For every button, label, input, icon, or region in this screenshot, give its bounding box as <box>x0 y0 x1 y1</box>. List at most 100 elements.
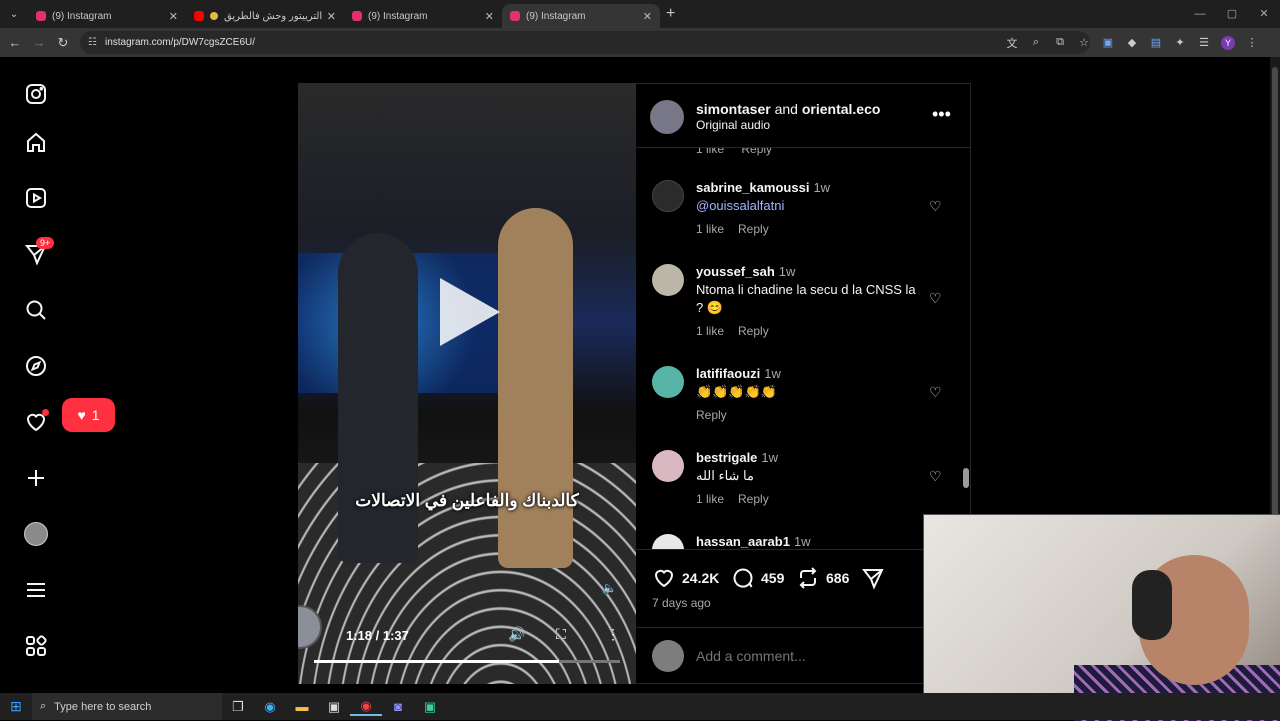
reload-icon[interactable]: ↻ <box>51 35 75 51</box>
comment-avatar[interactable] <box>652 534 684 549</box>
new-tab-plus-icon[interactable]: + <box>666 5 675 23</box>
comment-button[interactable]: 459 <box>731 566 784 590</box>
extension-translate-icon[interactable]: ▣ <box>1096 36 1120 49</box>
my-avatar <box>652 640 684 672</box>
instagram-logo-icon[interactable] <box>22 80 50 108</box>
comment-likes[interactable]: 1 like <box>696 222 724 236</box>
mute-indicator-icon[interactable]: 🔈 <box>602 581 617 595</box>
post-date[interactable]: 7 days ago <box>652 596 711 610</box>
comment-username[interactable]: sabrine_kamoussi 1w <box>696 180 830 195</box>
store-icon[interactable]: ▣ <box>318 699 350 715</box>
notifications-heart-icon[interactable] <box>22 408 50 436</box>
author-avatar[interactable] <box>650 100 684 134</box>
back-arrow-icon[interactable]: ← <box>3 35 27 50</box>
more-menu-icon[interactable] <box>22 576 50 604</box>
browser-tab[interactable]: (9) Instagram ✕ <box>28 4 186 28</box>
windows-start-icon[interactable]: ⊞ <box>0 698 32 715</box>
tab-close-icon[interactable]: ✕ <box>485 10 494 23</box>
site-info-icon[interactable]: ☷ <box>88 37 97 48</box>
video-more-icon[interactable]: ⋮ <box>606 626 620 643</box>
author-joiner: and <box>774 101 798 117</box>
comment-avatar[interactable] <box>652 450 684 482</box>
extension-screenshot-icon[interactable]: ▤ <box>1144 36 1168 49</box>
browser-tab-active[interactable]: (9) Instagram ✕ <box>502 4 660 28</box>
comment-avatar[interactable] <box>652 180 684 212</box>
share-button[interactable] <box>861 566 885 590</box>
also-from-meta-icon[interactable] <box>22 632 50 660</box>
chrome-menu-icon[interactable]: ⋮ <box>1240 36 1264 49</box>
comment-username[interactable]: hassan_aarab1 1w <box>696 534 811 549</box>
home-icon[interactable] <box>22 129 50 157</box>
task-view-icon[interactable]: ❐ <box>222 699 254 715</box>
reply-button[interactable]: Reply <box>738 324 769 338</box>
file-explorer-icon[interactable]: ▬ <box>286 699 318 714</box>
repost-button[interactable]: 686 <box>796 566 849 590</box>
bookmark-star-icon[interactable]: ☆ <box>1072 36 1096 49</box>
app-icon[interactable]: ▣ <box>414 699 446 715</box>
edge-browser-icon[interactable]: ◉ <box>254 699 286 715</box>
video-progress-bar[interactable] <box>314 660 620 663</box>
comment-username[interactable]: bestrigale 1w <box>696 450 778 465</box>
tab-search-icon[interactable]: ⌄ <box>0 0 28 28</box>
extensions-puzzle-icon[interactable]: ✦ <box>1168 36 1192 49</box>
comment-likes[interactable]: 1 like <box>696 492 724 506</box>
post-options-icon[interactable]: ••• <box>932 104 951 125</box>
zoom-icon[interactable]: ⌕ <box>1024 36 1048 49</box>
profile-avatar-nav[interactable] <box>22 520 50 548</box>
audio-label[interactable]: Original audio <box>696 118 770 132</box>
forward-arrow-icon[interactable]: → <box>27 35 51 50</box>
comment-likes[interactable]: 1 like <box>696 324 724 338</box>
reels-icon[interactable] <box>22 184 50 212</box>
browser-tab[interactable]: (9) Instagram ✕ <box>344 4 502 28</box>
reply-button[interactable]: Reply <box>741 148 772 156</box>
like-button[interactable]: 24.2K <box>652 566 719 590</box>
like-comment-heart-icon[interactable]: ♡ <box>929 384 942 401</box>
comment-likes[interactable]: 1 like <box>696 148 724 156</box>
reply-button[interactable]: Reply <box>738 222 769 236</box>
extension-diamond-icon[interactable]: ◆ <box>1120 36 1144 49</box>
taskbar-search-placeholder: Type here to search <box>54 700 152 713</box>
create-plus-icon[interactable] <box>22 464 50 492</box>
tab-close-icon[interactable]: ✕ <box>643 10 652 23</box>
like-comment-heart-icon[interactable]: ♡ <box>929 198 942 215</box>
coauthor-username[interactable]: oriental.eco <box>802 101 881 117</box>
comment-avatar[interactable] <box>652 264 684 296</box>
reply-button[interactable]: Reply <box>738 492 769 506</box>
minimize-icon[interactable]: — <box>1184 0 1216 28</box>
discord-icon[interactable]: ◙ <box>382 699 414 714</box>
comment-avatar[interactable] <box>652 366 684 398</box>
tab-close-icon[interactable]: ✕ <box>169 10 178 23</box>
maximize-icon[interactable]: ▢ <box>1216 0 1248 28</box>
install-app-icon[interactable]: ⧉ <box>1048 36 1072 49</box>
scrollbar-thumb[interactable] <box>963 468 969 488</box>
fullscreen-icon[interactable]: ⛶ <box>556 626 566 643</box>
explore-compass-icon[interactable] <box>22 352 50 380</box>
search-icon[interactable] <box>22 296 50 324</box>
add-comment-input[interactable] <box>696 648 946 664</box>
like-comment-heart-icon[interactable]: ♡ <box>929 290 942 307</box>
comment-meta: 1 like Reply <box>696 222 783 236</box>
taskbar-search[interactable]: ⌕ Type here to search <box>32 693 222 720</box>
comment-text[interactable]: @ouissalalfatni <box>696 197 916 215</box>
reading-list-icon[interactable]: ☰ <box>1192 36 1216 49</box>
close-window-icon[interactable]: ✕ <box>1248 0 1280 28</box>
author-username[interactable]: simontaser <box>696 101 771 117</box>
browser-tab[interactable]: هاد الترييتور وحش فالطريق ✕ <box>186 4 344 28</box>
comment-username[interactable]: youssef_sah 1w <box>696 264 795 279</box>
notification-popup[interactable]: ♥ 1 <box>62 398 115 432</box>
video-person-left <box>338 233 418 563</box>
chrome-icon[interactable]: ◉ <box>350 698 382 716</box>
reply-button[interactable]: Reply <box>696 408 727 422</box>
comments-scrollbar[interactable] <box>963 150 969 550</box>
translate-icon[interactable]: 文 <box>1000 35 1024 51</box>
volume-icon[interactable]: 🔊 <box>508 626 525 643</box>
comment-username[interactable]: latififaouzi 1w <box>696 366 781 381</box>
profile-avatar[interactable]: Y <box>1216 35 1240 50</box>
url-bar[interactable]: ☷ instagram.com/p/DW7cgsZCE6U/ <box>80 31 1090 54</box>
tab-close-icon[interactable]: ✕ <box>327 10 336 23</box>
reel-video-player[interactable]: كالدبناك والفاعلين في الاتصالات 🔈 1:18 /… <box>298 83 636 684</box>
play-icon[interactable] <box>440 278 500 346</box>
notification-count: 1 <box>91 407 100 423</box>
like-comment-heart-icon[interactable]: ♡ <box>929 468 942 485</box>
repost-icon <box>799 567 817 589</box>
